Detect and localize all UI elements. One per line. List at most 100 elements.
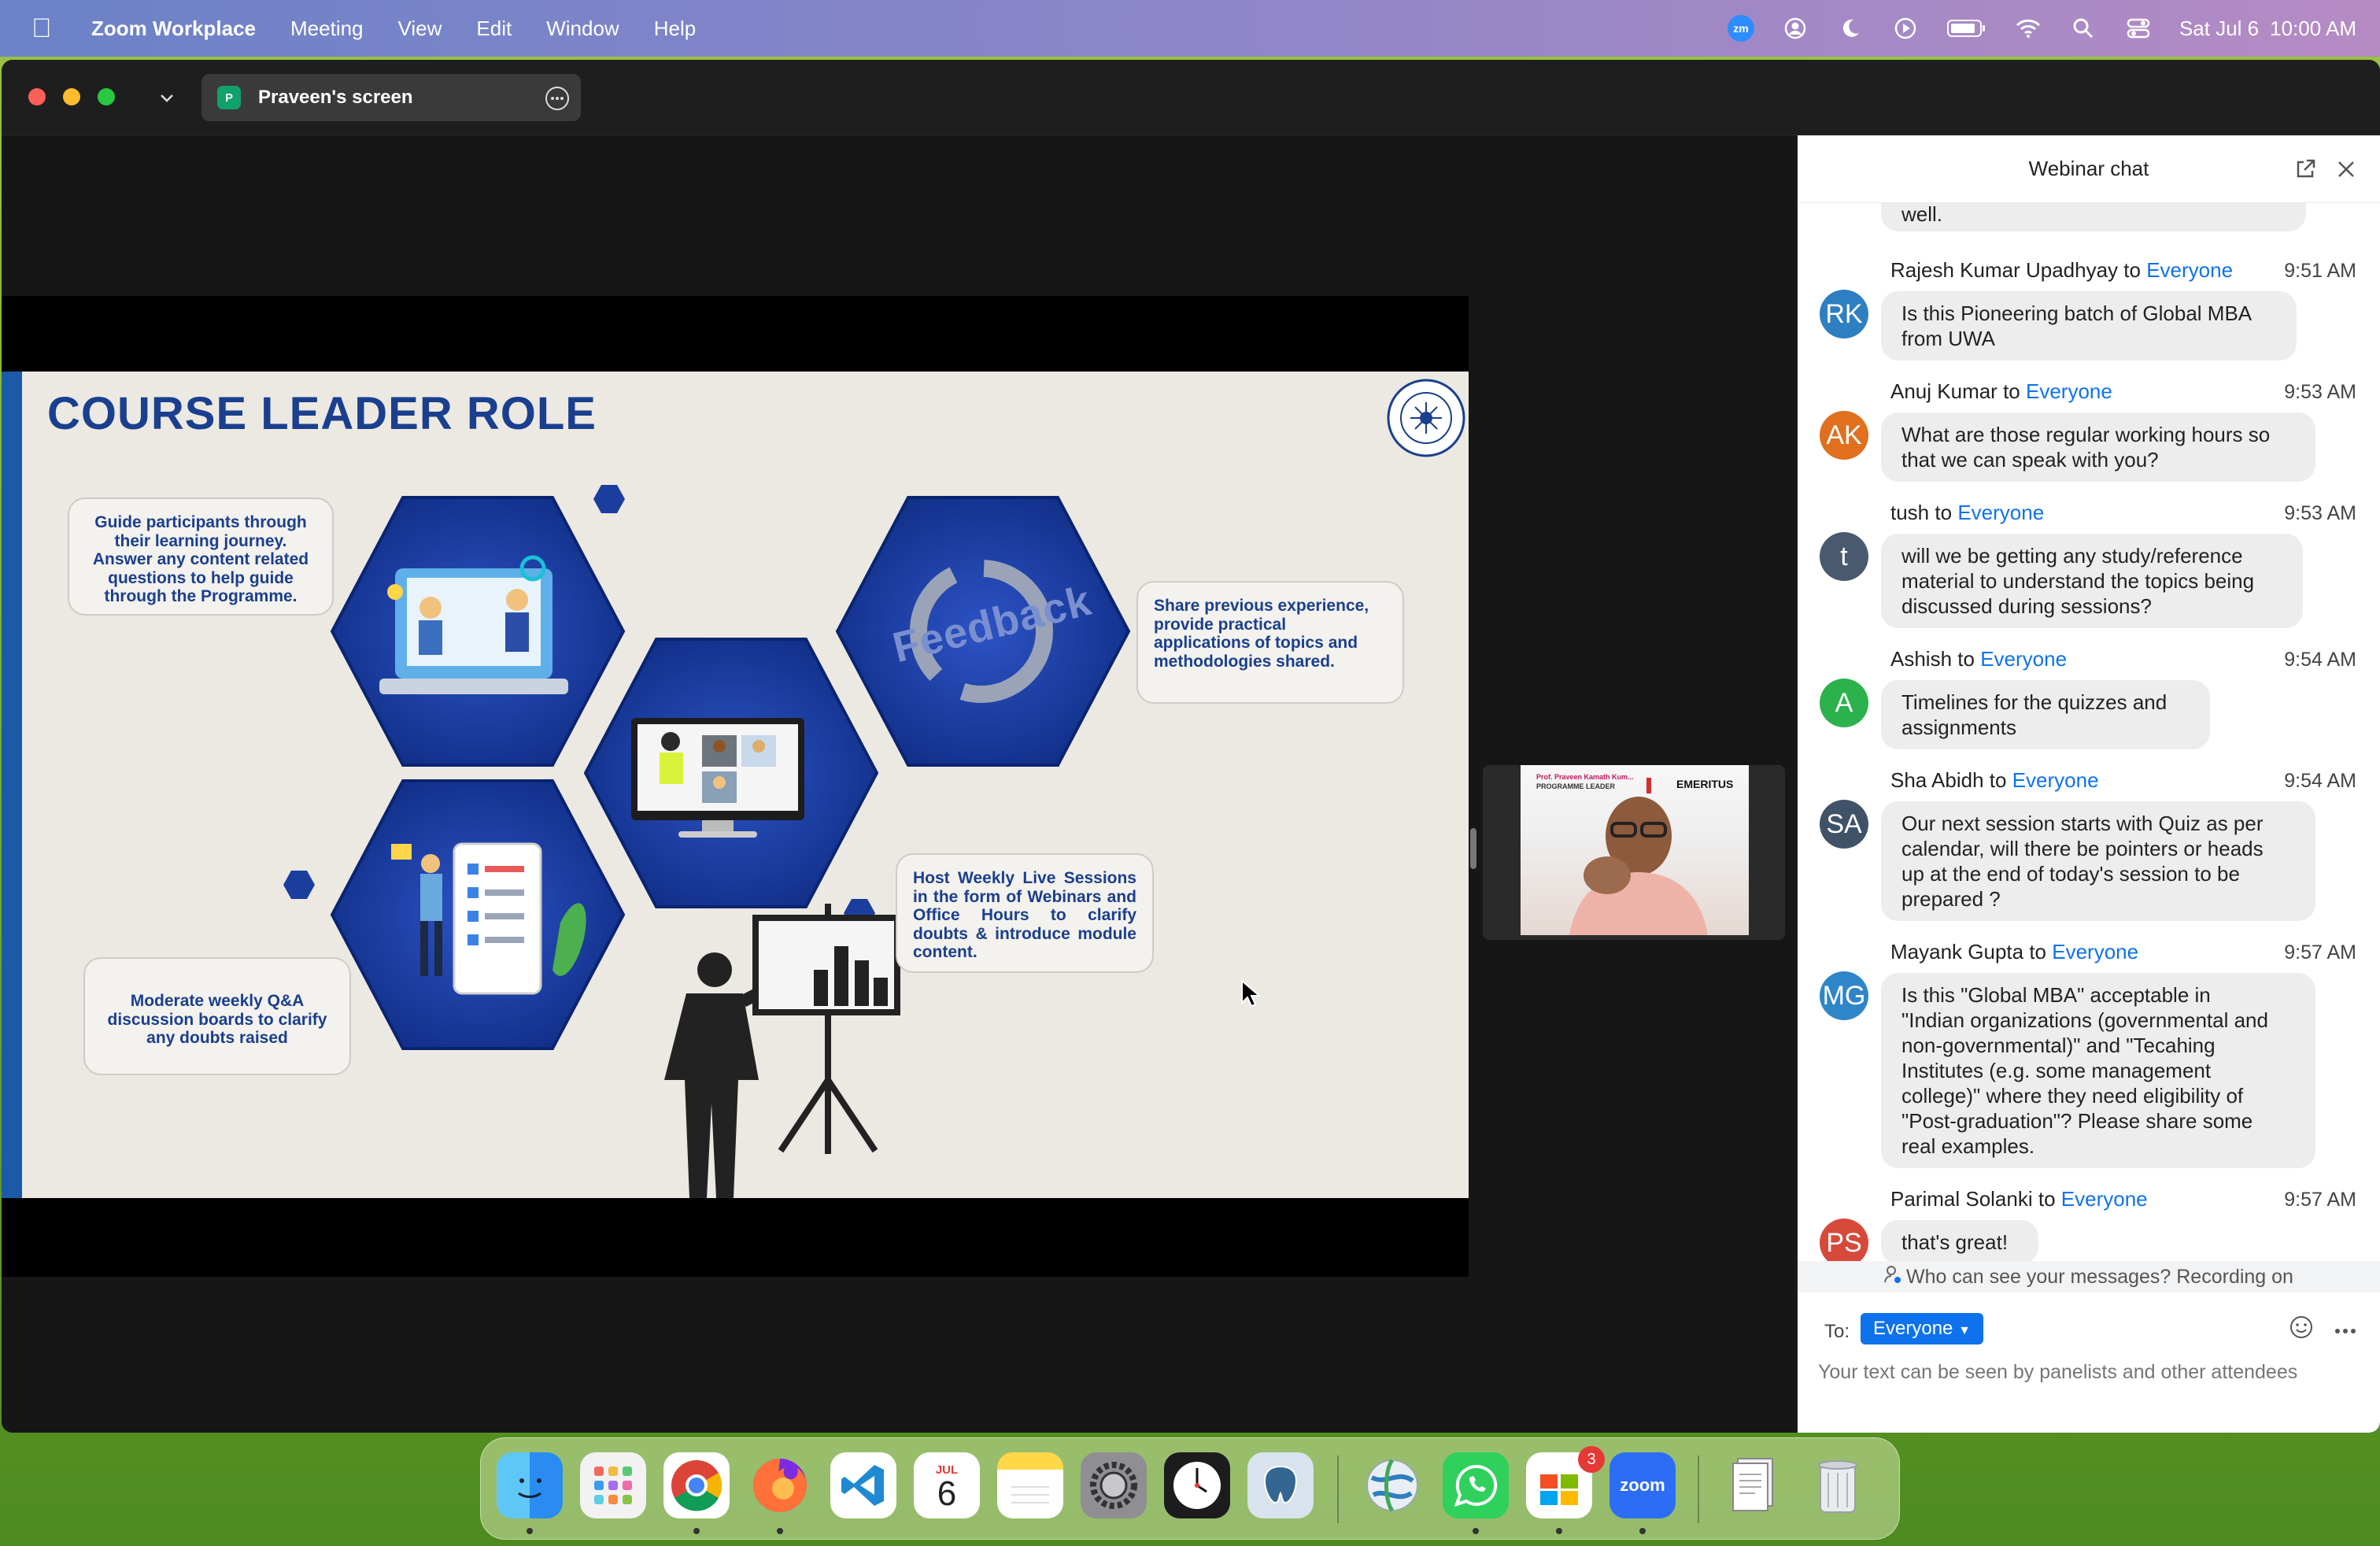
menu-help[interactable]: Help xyxy=(654,17,696,41)
menu-window[interactable]: Window xyxy=(546,17,619,41)
dock-separator xyxy=(1337,1455,1339,1523)
system-settings-icon[interactable] xyxy=(1081,1452,1147,1518)
running-indicator xyxy=(777,1528,783,1534)
clock-icon[interactable] xyxy=(1164,1452,1230,1518)
zoom-status-icon[interactable]: zm xyxy=(1727,15,1754,42)
to-word: to xyxy=(2038,1187,2056,1211)
avatar: MG xyxy=(1820,971,1868,1020)
bubble-host-sessions: Host Weekly Live Sessions in the form of… xyxy=(896,853,1154,973)
minimize-window-button[interactable] xyxy=(63,88,80,105)
apple-menu-icon[interactable]:  xyxy=(31,13,63,44)
message-line: calendar, will there be pointers or head… xyxy=(1901,837,2264,860)
sender-name: Anuj Kumar xyxy=(1890,379,1998,403)
postgres-icon[interactable] xyxy=(1247,1452,1314,1518)
close-window-button[interactable] xyxy=(28,88,46,105)
menu-edit[interactable]: Edit xyxy=(476,17,512,41)
to-word: to xyxy=(2123,258,2141,282)
message-bubble: well. xyxy=(1881,203,2306,231)
speaker-figure xyxy=(1569,778,1708,935)
message-time: 9:53 AM xyxy=(2284,502,2356,524)
presentation-slide: COURSE LEADER ROLE Feedback Guide partic… xyxy=(2,372,1469,1198)
close-chat-icon[interactable] xyxy=(2334,157,2358,187)
finder-icon[interactable] xyxy=(497,1452,563,1518)
message-line: "Indian organizations (governmental and xyxy=(1901,1008,2268,1032)
bubble-share-experience: Share previous experience, provide pract… xyxy=(1136,581,1404,704)
recipient-link[interactable]: Everyone xyxy=(1980,647,2067,671)
chat-message-input[interactable] xyxy=(1818,1359,2353,1422)
menu-app-name[interactable]: Zoom Workplace xyxy=(91,17,256,41)
zoom-app-label: zoom xyxy=(1620,1475,1665,1495)
speaker-video-tile[interactable]: Prof. Praveen Kamath Kum... PROGRAMME LE… xyxy=(1483,765,1785,940)
message-time: 9:53 AM xyxy=(2284,381,2356,403)
running-indicator xyxy=(1473,1528,1479,1534)
person-lock-icon xyxy=(1884,1265,1901,1289)
panel-resize-handle[interactable] xyxy=(1470,828,1476,869)
message-header: Ashish to Everyone xyxy=(1890,647,2067,671)
chat-message-list[interactable]: well. Rajesh Kumar Upadhyay to Everyone … xyxy=(1798,203,2380,1291)
play-icon[interactable] xyxy=(1891,14,1920,43)
to-word: to xyxy=(2029,940,2047,963)
calendar-icon[interactable]: JUL 6 xyxy=(914,1452,980,1518)
recipient-dropdown[interactable]: Everyone ▼ xyxy=(1861,1313,1983,1344)
sender-name: Rajesh Kumar Upadhyay xyxy=(1890,258,2119,282)
menu-meeting[interactable]: Meeting xyxy=(290,17,364,41)
focus-moon-icon[interactable] xyxy=(1836,14,1864,43)
whatsapp-icon[interactable] xyxy=(1443,1452,1509,1518)
notes-icon[interactable] xyxy=(997,1452,1063,1518)
message-line: What are those regular working hours so xyxy=(1901,423,2271,446)
menubar-time[interactable]: 10:00 AM xyxy=(2270,17,2356,41)
spotlight-search-icon[interactable] xyxy=(2069,14,2097,43)
recipient-link[interactable]: Everyone xyxy=(1957,501,2044,524)
sender-name: Ashish xyxy=(1890,647,1953,671)
message-bubble: that's great! xyxy=(1881,1220,2038,1264)
message-visibility-notice[interactable]: Who can see your messages? Recording on xyxy=(1798,1261,2380,1293)
message-line: non-governmental)" and "Tecahing xyxy=(1901,1034,2216,1057)
menu-view[interactable]: View xyxy=(398,17,442,41)
message-header: Sha Abidh to Everyone xyxy=(1890,768,2099,793)
message-bubble: What are those regular working hours so … xyxy=(1881,412,2315,482)
more-options-icon[interactable] xyxy=(545,86,570,117)
recipient-link[interactable]: Everyone xyxy=(2061,1187,2148,1211)
message-bubble: Our next session starts with Quiz as per… xyxy=(1881,801,2315,921)
recipient-link[interactable]: Everyone xyxy=(2012,768,2099,792)
recipient-link[interactable]: Everyone xyxy=(2052,940,2138,963)
mouse-cursor-icon xyxy=(1240,978,1262,1012)
menubar-date[interactable]: Sat Jul 6 xyxy=(2179,17,2259,41)
message-header: Mayank Gupta to Everyone xyxy=(1890,940,2138,964)
firefox-icon[interactable] xyxy=(747,1452,813,1518)
recipient-value: Everyone xyxy=(1873,1318,1953,1339)
launchpad-icon[interactable] xyxy=(580,1452,646,1518)
user-account-icon[interactable] xyxy=(1781,14,1809,43)
view-options-chevron-icon[interactable] xyxy=(157,88,176,111)
message-line: material to understand the topics being xyxy=(1901,569,2255,593)
zoom-app-icon[interactable]: zoom xyxy=(1609,1452,1676,1518)
documents-stack-icon[interactable] xyxy=(1721,1452,1787,1518)
trash-icon[interactable] xyxy=(1805,1452,1871,1518)
message-line: will we be getting any study/reference xyxy=(1901,544,2243,568)
recipient-link[interactable]: Everyone xyxy=(2146,258,2233,282)
maximize-window-button[interactable] xyxy=(98,88,115,105)
emoji-icon[interactable] xyxy=(2289,1315,2314,1344)
sender-name: Mayank Gupta xyxy=(1890,940,2024,963)
chrome-icon[interactable] xyxy=(663,1452,730,1518)
message-line: real examples. xyxy=(1901,1134,2035,1158)
recipient-link[interactable]: Everyone xyxy=(2026,379,2112,403)
pop-out-icon[interactable] xyxy=(2293,157,2317,187)
menu-bar:  Zoom Workplace Meeting View Edit Windo… xyxy=(0,0,2380,57)
vpn-globe-icon[interactable] xyxy=(1359,1452,1425,1518)
battery-icon[interactable] xyxy=(1946,14,1987,43)
wifi-icon[interactable] xyxy=(2014,14,2042,43)
shared-screen-stage: COURSE LEADER ROLE Feedback Guide partic… xyxy=(2,135,1794,1433)
message-line: Our next session starts with Quiz as per xyxy=(1901,812,2264,835)
screen-share-pill[interactable]: P Praveen's screen xyxy=(201,74,581,121)
more-icon[interactable] xyxy=(2334,1324,2356,1338)
control-center-icon[interactable] xyxy=(2124,14,2153,43)
bubble-guide: Guide participants through their learnin… xyxy=(68,497,334,616)
to-word: to xyxy=(1957,647,1975,671)
chat-composer: To: Everyone ▼ xyxy=(1798,1297,2380,1433)
bubble-moderate: Moderate weekly Q&A discussion boards to… xyxy=(83,957,351,1075)
message-bubble: Is this "Global MBA" acceptable in "Indi… xyxy=(1881,973,2315,1168)
message-header: tush to Everyone xyxy=(1890,501,2044,525)
message-time: 9:57 AM xyxy=(2284,1189,2356,1211)
vscode-icon[interactable] xyxy=(830,1452,896,1518)
